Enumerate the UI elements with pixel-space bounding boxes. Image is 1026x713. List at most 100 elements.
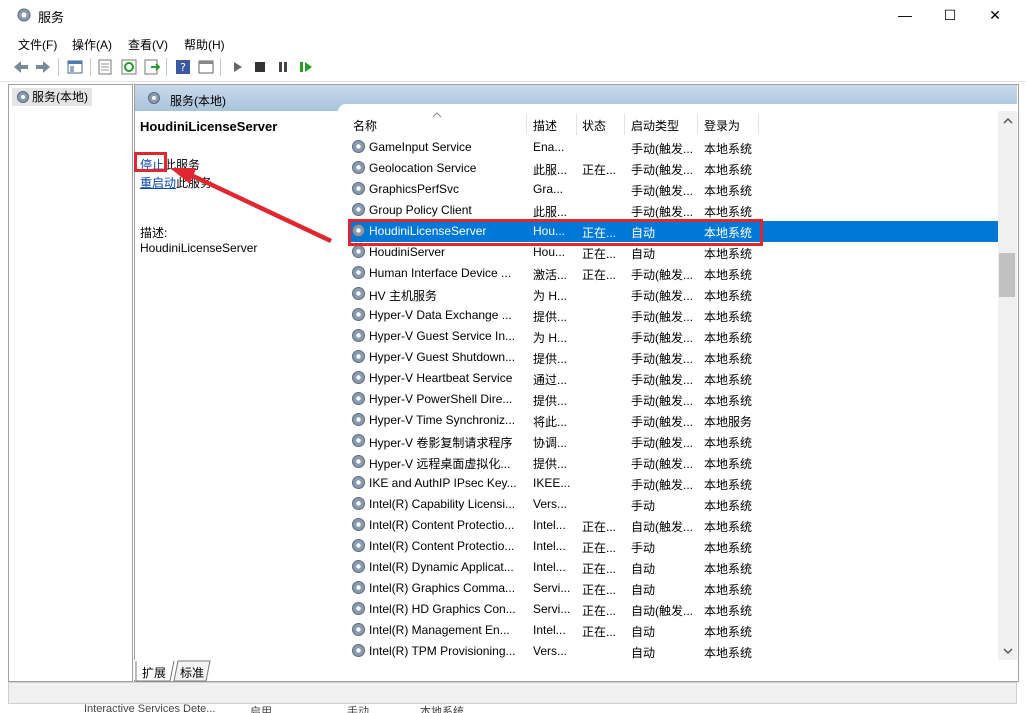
service-status: 正在... bbox=[582, 520, 617, 534]
help-icon[interactable]: ? bbox=[174, 58, 192, 76]
service-gear-icon bbox=[352, 476, 365, 489]
scrollbar-thumb[interactable] bbox=[999, 253, 1015, 297]
tab-extended[interactable]: 扩展 bbox=[142, 664, 166, 681]
play-icon[interactable] bbox=[229, 58, 247, 76]
service-row[interactable]: Intel(R) Graphics Comma... Servi... 正在... 自… bbox=[348, 578, 998, 599]
refresh-icon[interactable] bbox=[120, 58, 138, 76]
service-name: HoudiniLicenseServer bbox=[369, 224, 487, 238]
service-row[interactable]: HoudiniServer Hou... 正在... 自动 本地系统 bbox=[348, 242, 998, 263]
service-row[interactable]: Hyper-V 远程桌面虚拟化... 提供... 手动(触发... 本地系统 bbox=[348, 452, 998, 473]
service-row[interactable]: Intel(R) Capability Licensi... Vers... 手动 本… bbox=[348, 494, 998, 515]
service-startup-type: 手动(触发... bbox=[631, 331, 693, 345]
service-row[interactable]: Human Interface Device ... 激活... 正在... 手动(触… bbox=[348, 263, 998, 284]
vertical-scrollbar[interactable] bbox=[998, 111, 1017, 660]
view-icon[interactable] bbox=[197, 58, 215, 76]
service-logon-as: 本地服务 bbox=[704, 415, 753, 429]
service-startup-type: 手动 bbox=[631, 541, 656, 555]
restart-service-link[interactable]: 重启动 bbox=[140, 176, 176, 190]
service-status: 正在... bbox=[582, 625, 617, 639]
scroll-up-icon[interactable] bbox=[1003, 117, 1013, 125]
service-description: 为 H... bbox=[533, 289, 568, 303]
service-row[interactable]: HoudiniLicenseServer Hou... 正在... 自动 本地系统 bbox=[348, 221, 998, 242]
column-header-description[interactable]: 描述 bbox=[533, 117, 557, 134]
service-description: Servi... bbox=[533, 602, 571, 616]
service-detail-title: HoudiniLicenseServer bbox=[140, 119, 278, 134]
scroll-down-icon[interactable] bbox=[1003, 647, 1013, 655]
service-description: 通过... bbox=[533, 373, 568, 387]
service-row[interactable]: IKE and AuthIP IPsec Key... IKEE... 手动(触发.… bbox=[348, 473, 998, 494]
column-header-logon-as[interactable]: 登录为 bbox=[704, 117, 740, 134]
column-header-name[interactable]: 名称 bbox=[353, 117, 377, 134]
service-row[interactable]: Intel(R) Content Protectio... Intel... 正在.… bbox=[348, 536, 998, 557]
service-status: 正在... bbox=[582, 268, 617, 282]
properties-icon[interactable] bbox=[96, 58, 114, 76]
service-row[interactable]: GraphicsPerfSvc Gra... 手动(触发... 本地系统 bbox=[348, 179, 998, 200]
service-row[interactable]: Hyper-V Data Exchange ... 提供... 手动(触发... 本地… bbox=[348, 305, 998, 326]
service-gear-icon bbox=[352, 203, 365, 216]
menu-view[interactable]: 查看(V) bbox=[128, 36, 168, 53]
back-arrow-icon[interactable] bbox=[12, 58, 30, 76]
service-description: 协调... bbox=[533, 436, 568, 450]
service-row[interactable]: HV 主机服务 为 H... 手动(触发... 本地系统 bbox=[348, 284, 998, 305]
restart-service-line: 重启动此服务 bbox=[140, 174, 212, 191]
service-logon-as: 本地系统 bbox=[704, 625, 753, 639]
service-row[interactable]: Intel(R) TPM Provisioning... Vers... 自动 本地系… bbox=[348, 641, 998, 662]
service-description: 为 H... bbox=[533, 331, 568, 345]
service-description: 此服... bbox=[533, 163, 568, 177]
service-startup-type: 手动(触发... bbox=[631, 184, 693, 198]
pause-icon[interactable] bbox=[274, 58, 292, 76]
export-icon[interactable] bbox=[143, 58, 161, 76]
column-header-status[interactable]: 状态 bbox=[582, 117, 606, 134]
menu-help[interactable]: 帮助(H) bbox=[184, 36, 225, 53]
service-startup-type: 自动 bbox=[631, 646, 656, 660]
service-logon-as: 本地系统 bbox=[704, 142, 753, 156]
service-gear-icon bbox=[352, 623, 365, 636]
title-bar bbox=[0, 0, 1026, 30]
service-gear-icon bbox=[352, 497, 365, 510]
service-gear-icon bbox=[352, 392, 365, 405]
service-startup-type: 手动(触发... bbox=[631, 163, 693, 177]
sort-ascending-icon bbox=[432, 112, 442, 118]
service-startup-type: 自动 bbox=[631, 562, 656, 576]
stop-icon[interactable] bbox=[251, 58, 269, 76]
menu-action[interactable]: 操作(A) bbox=[72, 36, 112, 53]
service-name: Intel(R) HD Graphics Con... bbox=[369, 602, 516, 616]
service-name: Hyper-V Data Exchange ... bbox=[369, 308, 512, 322]
service-row[interactable]: Hyper-V Guest Shutdown... 提供... 手动(触发... 本地… bbox=[348, 347, 998, 368]
service-row[interactable]: Intel(R) Content Protectio... Intel... 正在.… bbox=[348, 515, 998, 536]
service-row[interactable]: Hyper-V PowerShell Dire... 提供... 手动(触发... 本… bbox=[348, 389, 998, 410]
close-button[interactable]: ✕ bbox=[972, 0, 1018, 30]
column-header-startup-type[interactable]: 启动类型 bbox=[631, 117, 679, 134]
service-row[interactable]: Hyper-V Time Synchroniz... 将此... 手动(触发... 本… bbox=[348, 410, 998, 431]
service-row[interactable]: Hyper-V Guest Service In... 为 H... 手动(触发..… bbox=[348, 326, 998, 347]
service-startup-type: 自动(触发... bbox=[631, 604, 693, 618]
service-row[interactable]: Group Policy Client 此服... 手动(触发... 本地系统 bbox=[348, 200, 998, 221]
service-row[interactable]: Intel(R) Management En... Intel... 正在... 自动… bbox=[348, 620, 998, 641]
tab-standard[interactable]: 标准 bbox=[180, 664, 204, 681]
restart-icon[interactable] bbox=[297, 58, 315, 76]
service-gear-icon bbox=[352, 245, 365, 258]
service-name: Hyper-V Heartbeat Service bbox=[369, 371, 513, 385]
service-description: Gra... bbox=[533, 182, 564, 196]
service-row[interactable]: Intel(R) HD Graphics Con... Servi... 正在...… bbox=[348, 599, 998, 620]
service-gear-icon bbox=[352, 371, 365, 384]
service-description: 提供... bbox=[533, 457, 568, 471]
service-row[interactable]: Hyper-V Heartbeat Service 通过... 手动(触发... 本地… bbox=[348, 368, 998, 389]
minimize-button[interactable]: — bbox=[882, 0, 928, 30]
restart-suffix: 此服务 bbox=[176, 176, 213, 190]
service-logon-as: 本地系统 bbox=[704, 583, 753, 597]
service-gear-icon bbox=[352, 581, 365, 594]
forward-arrow-icon[interactable] bbox=[34, 58, 52, 76]
service-logon-as: 本地系统 bbox=[704, 499, 753, 513]
service-row[interactable]: Intel(R) Dynamic Applicat... Intel... 正在..… bbox=[348, 557, 998, 578]
menu-file[interactable]: 文件(F) bbox=[18, 36, 57, 53]
service-name: Intel(R) Content Protectio... bbox=[369, 539, 515, 553]
service-row[interactable]: Geolocation Service 此服... 正在... 手动(触发... 本地系… bbox=[348, 158, 998, 179]
service-startup-type: 自动 bbox=[631, 583, 656, 597]
service-gear-icon bbox=[352, 413, 365, 426]
maximize-button[interactable]: ☐ bbox=[927, 0, 973, 30]
tree-item-services-local[interactable]: 服务(本地) bbox=[12, 88, 92, 106]
console-tree-icon[interactable] bbox=[66, 58, 84, 76]
service-row[interactable]: Hyper-V 卷影复制请求程序 协调... 手动(触发... 本地系统 bbox=[348, 431, 998, 452]
service-row[interactable]: GameInput Service Ena... 手动(触发... 本地系统 bbox=[348, 137, 998, 158]
